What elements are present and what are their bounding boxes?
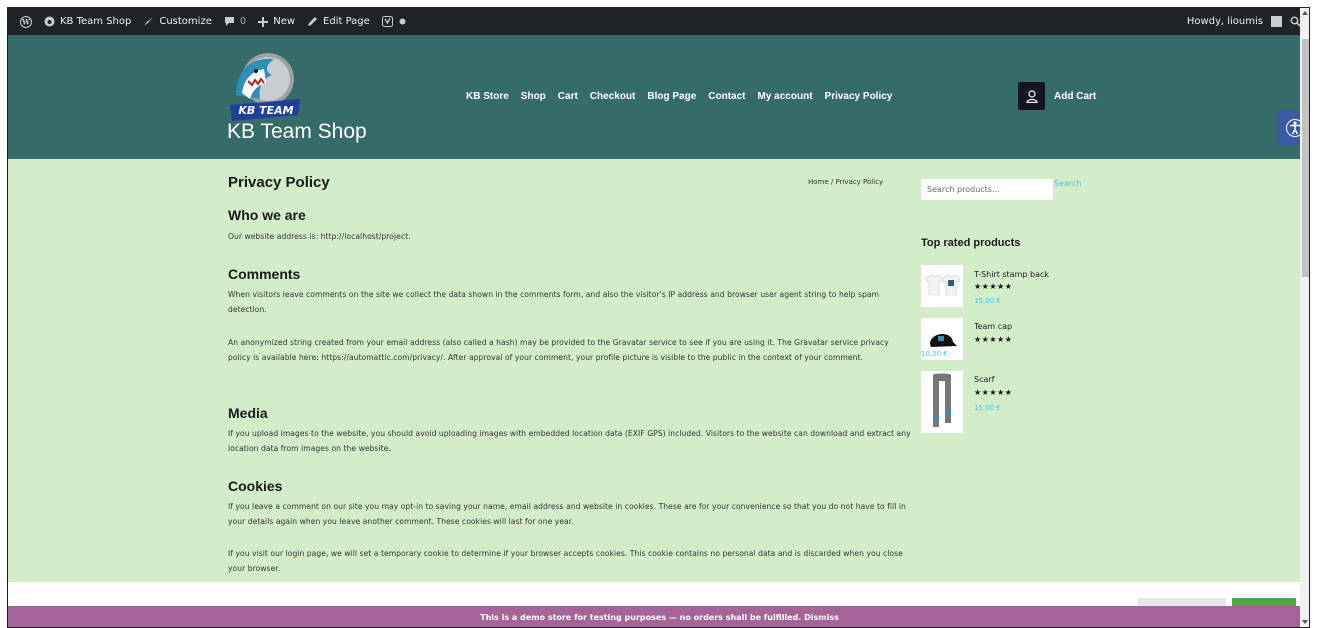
product-search-input[interactable]: Search products... bbox=[921, 179, 1053, 200]
yoast-icon bbox=[381, 16, 393, 27]
new-label: New bbox=[273, 16, 296, 27]
scarf-product-image[interactable] bbox=[921, 371, 963, 433]
edit-page-link[interactable]: Edit Page bbox=[307, 16, 370, 27]
product-name[interactable]: Scarf bbox=[974, 375, 994, 384]
nav-item-contact[interactable]: Contact bbox=[708, 91, 745, 102]
product-search-button[interactable]: Search bbox=[1054, 179, 1081, 188]
cookie-consent-bar bbox=[8, 582, 1309, 606]
product-name[interactable]: T-Shirt stamp back bbox=[974, 270, 1049, 279]
section-heading-media: Media bbox=[228, 405, 268, 421]
site-header: KB TEAM KB Team Shop KB Store Shop Cart … bbox=[8, 35, 1309, 159]
product-price: 15,00 € bbox=[974, 404, 1001, 412]
comments-count: 0 bbox=[239, 16, 247, 27]
admin-site-name: KB Team Shop bbox=[60, 16, 132, 27]
comments-link[interactable]: 0 bbox=[224, 16, 246, 27]
section-paragraph: When visitors leave comments on the site… bbox=[228, 290, 880, 314]
edit-page-label: Edit Page bbox=[323, 16, 370, 27]
top-rated-title: Top rated products bbox=[921, 237, 1021, 249]
tshirt-product-image[interactable] bbox=[921, 265, 963, 307]
brush-icon bbox=[144, 17, 154, 26]
section-paragraph: An anonymized string created from your e… bbox=[228, 338, 889, 362]
customize-label: Customize bbox=[159, 16, 212, 27]
scroll-down-arrow-icon[interactable] bbox=[1302, 620, 1308, 624]
browser-viewport: W KB Team Shop Customize 0 New Edit Page… bbox=[7, 7, 1310, 628]
star-rating: ★★★★★ bbox=[974, 388, 1013, 397]
user-icon bbox=[1025, 89, 1038, 103]
nav-item-kb-store[interactable]: KB Store bbox=[466, 91, 509, 102]
site-title[interactable]: KB Team Shop bbox=[227, 120, 367, 144]
dashboard-icon bbox=[44, 16, 55, 27]
svg-text:W: W bbox=[21, 17, 30, 26]
section-heading-who-we-are: Who we are bbox=[228, 207, 306, 223]
comment-bubble-icon bbox=[224, 17, 234, 26]
nav-item-cart[interactable]: Cart bbox=[558, 91, 578, 102]
nav-item-my-account[interactable]: My account bbox=[758, 91, 813, 102]
nav-item-checkout[interactable]: Checkout bbox=[590, 91, 636, 102]
product-name[interactable]: Team cap bbox=[974, 322, 1012, 331]
star-rating: ★★★★★ bbox=[974, 282, 1013, 291]
scrollbar-thumb[interactable] bbox=[1302, 39, 1309, 277]
scroll-up-arrow-icon[interactable] bbox=[1302, 11, 1308, 15]
plus-icon bbox=[258, 16, 269, 27]
product-price: 10,00 € bbox=[921, 350, 948, 358]
admin-site-link[interactable]: KB Team Shop bbox=[44, 16, 131, 27]
section-heading-comments: Comments bbox=[228, 266, 301, 282]
howdy-account-link[interactable]: Howdy, lioumis bbox=[1187, 16, 1263, 27]
yoast-seo-link[interactable] bbox=[381, 16, 406, 27]
logo-text: KB TEAM bbox=[238, 104, 293, 117]
nav-item-shop[interactable]: Shop bbox=[521, 91, 546, 102]
nav-item-privacy-policy[interactable]: Privacy Policy bbox=[825, 91, 893, 102]
product-price: 15,00 € bbox=[974, 297, 1001, 305]
nav-item-blog-page[interactable]: Blog Page bbox=[647, 91, 696, 102]
wordpress-logo-icon[interactable]: W bbox=[20, 15, 32, 28]
add-cart-link[interactable]: Add Cart bbox=[1054, 91, 1096, 102]
primary-nav: KB Store Shop Cart Checkout Blog Page Co… bbox=[466, 91, 892, 102]
section-paragraph: Our website address is: http://localhost… bbox=[228, 232, 411, 241]
new-content-link[interactable]: New bbox=[258, 16, 295, 27]
store-notice[interactable]: This is a demo store for testing purpose… bbox=[8, 606, 1309, 627]
section-paragraph: If you visit our login page, we will set… bbox=[228, 549, 903, 573]
page-title: Privacy Policy bbox=[228, 174, 330, 191]
section-paragraph: If you leave a comment on our site you m… bbox=[228, 502, 906, 526]
breadcrumb[interactable]: Home / Privacy Policy bbox=[808, 178, 883, 186]
pencil-icon bbox=[308, 17, 318, 26]
section-paragraph: If you upload images to the website, you… bbox=[228, 429, 911, 453]
admin-bar: W KB Team Shop Customize 0 New Edit Page… bbox=[8, 8, 1309, 35]
star-rating: ★★★★★ bbox=[974, 335, 1013, 344]
user-account-button[interactable] bbox=[1018, 82, 1045, 110]
customize-link[interactable]: Customize bbox=[143, 16, 212, 27]
avatar[interactable] bbox=[1271, 16, 1282, 27]
shark-logo-icon[interactable]: KB TEAM bbox=[222, 49, 302, 129]
section-heading-cookies: Cookies bbox=[228, 478, 283, 494]
seo-status-dot-icon bbox=[399, 18, 406, 25]
